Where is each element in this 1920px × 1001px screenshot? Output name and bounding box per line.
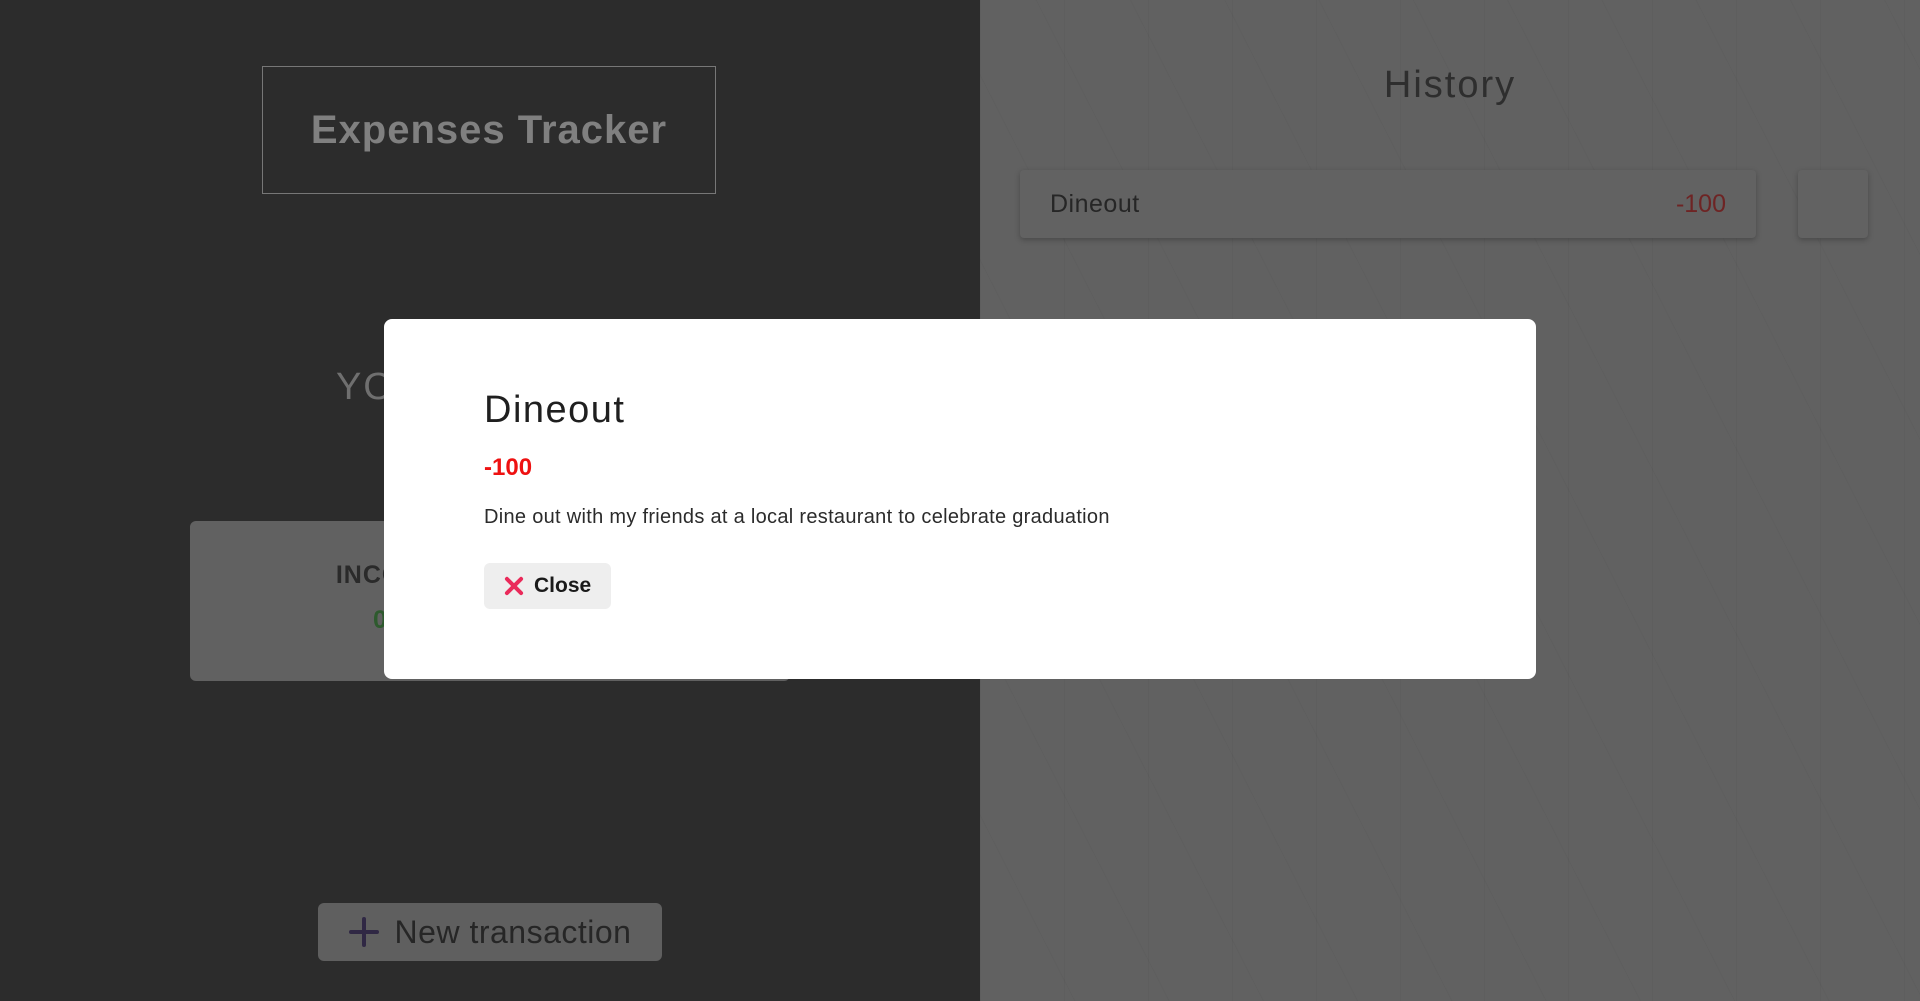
modal-amount: -100 [484, 454, 533, 481]
app-root: Expenses Tracker YO INCOM 0 New transact… [0, 0, 1920, 1001]
new-transaction-label: New transaction [394, 913, 632, 950]
transaction-detail-modal: Dineout -100 Dine out with my friends at… [384, 319, 1536, 679]
history-item-name: Dineout [1050, 189, 1140, 218]
history-title: History [1383, 64, 1517, 106]
close-button[interactable]: Close [484, 563, 612, 609]
history-item[interactable]: Dineout -100 [1020, 170, 1756, 238]
history-item-action-button[interactable] [1798, 170, 1868, 238]
modal-description: Dine out with my friends at a local rest… [484, 506, 1110, 528]
modal-title: Dineout [484, 389, 626, 431]
plus-icon [348, 917, 379, 947]
close-label: Close [534, 574, 592, 597]
new-transaction-button[interactable]: New transaction [318, 903, 662, 961]
close-icon [504, 576, 524, 596]
app-title: Expenses Tracker [262, 66, 716, 194]
history-item-amount: -100 [1675, 189, 1726, 218]
